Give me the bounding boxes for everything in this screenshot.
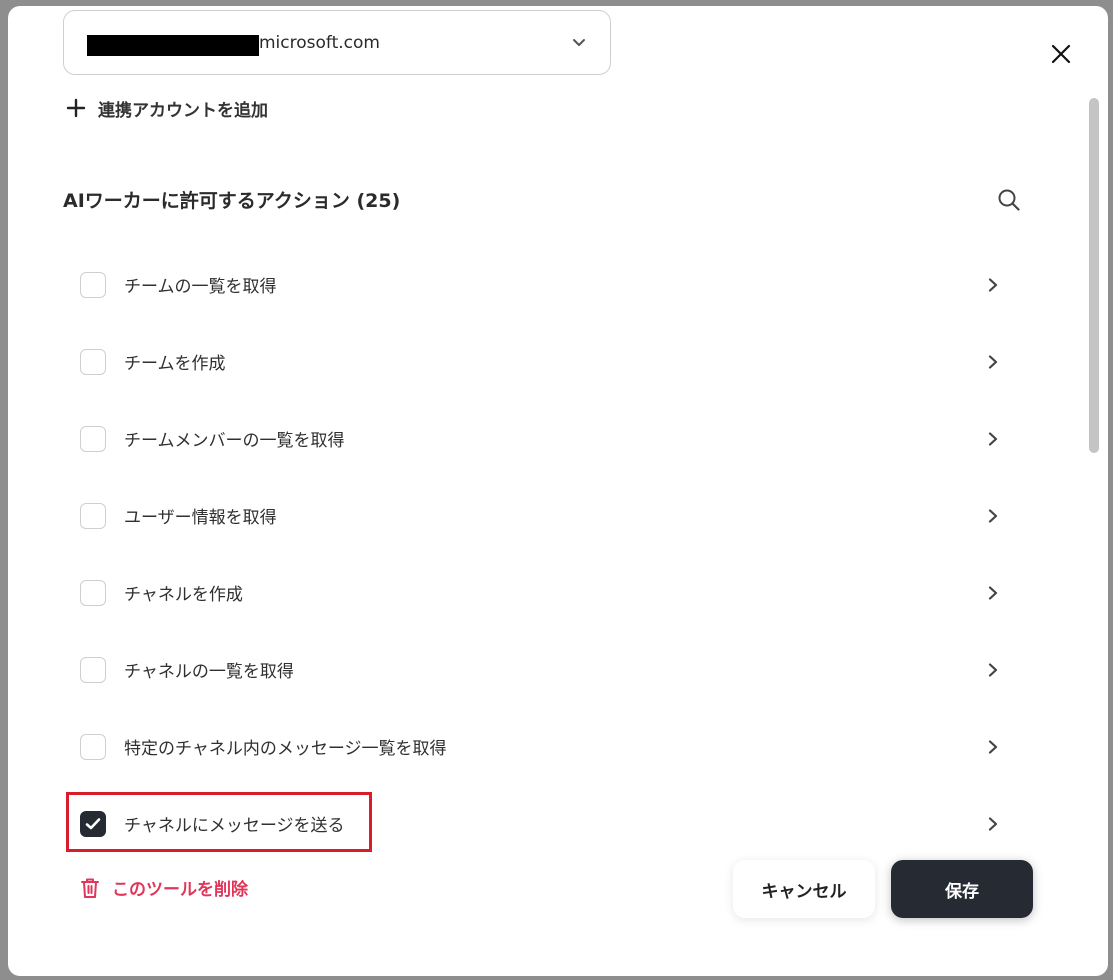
action-checkbox[interactable] [80,271,106,298]
action-row[interactable]: ユーザー情報を取得 [63,477,1023,554]
action-checkbox[interactable] [80,502,106,529]
close-icon [1051,44,1071,64]
action-label: チームの一覧を取得 [124,277,277,297]
add-account-button[interactable]: 連携アカウントを追加 [66,94,268,122]
action-checkbox[interactable] [80,733,106,760]
chevron-right-icon[interactable] [986,508,1000,523]
chevron-right-icon[interactable] [986,277,1000,292]
action-label: チャネルを作成 [124,585,243,605]
delete-tool-button[interactable]: このツールを削除 [80,875,248,900]
chevron-down-icon [573,39,585,46]
search-button[interactable] [994,185,1024,215]
chevron-right-icon[interactable] [986,354,1000,369]
delete-tool-label: このツールを削除 [112,880,248,900]
action-row[interactable]: チームを作成 [63,323,1023,400]
chevron-right-icon[interactable] [986,585,1000,600]
save-button[interactable]: 保存 [891,860,1033,918]
highlight-annotation [66,792,372,852]
action-row[interactable]: 特定のチャネル内のメッセージ一覧を取得 [63,708,1023,785]
chevron-right-icon[interactable] [986,431,1000,446]
action-checkbox[interactable] [80,348,106,375]
action-row[interactable]: チームメンバーの一覧を取得 [63,400,1023,477]
action-label: ユーザー情報を取得 [124,508,277,528]
redacted-account-name [87,35,259,56]
chevron-right-icon[interactable] [986,816,1000,831]
plus-icon [66,98,86,118]
scrollbar-thumb[interactable] [1089,98,1099,453]
account-select[interactable]: microsoft.com [63,10,611,75]
action-label: チームを作成 [124,354,226,374]
action-label: チームメンバーの一覧を取得 [124,431,345,451]
action-checkbox[interactable] [80,579,106,606]
actions-section-title: AIワーカーに許可するアクション (25) [63,190,401,212]
account-domain: microsoft.com [259,33,380,53]
search-icon [998,189,1020,211]
close-button[interactable] [1046,39,1076,69]
action-label: チャネルの一覧を取得 [124,662,294,682]
chevron-right-icon[interactable] [986,739,1000,754]
add-account-label: 連携アカウントを追加 [98,100,268,121]
action-checkbox[interactable] [80,425,106,452]
action-list: チームの一覧を取得 チームを作成 チームメンバーの一覧を取得 ユーザー情報を取得… [63,246,1023,862]
action-row[interactable]: チャネルを作成 [63,554,1023,631]
chevron-right-icon[interactable] [986,662,1000,677]
scrollbar[interactable] [1089,96,1099,976]
cancel-button[interactable]: キャンセル [733,860,875,918]
action-label: 特定のチャネル内のメッセージ一覧を取得 [124,739,447,759]
trash-icon [81,878,99,898]
action-checkbox[interactable] [80,656,106,683]
action-row[interactable]: チームの一覧を取得 [63,246,1023,323]
tool-settings-modal: microsoft.com 連携アカウントを追加 AIワーカーに許可するアクショ… [8,6,1108,976]
action-row[interactable]: チャネルの一覧を取得 [63,631,1023,708]
